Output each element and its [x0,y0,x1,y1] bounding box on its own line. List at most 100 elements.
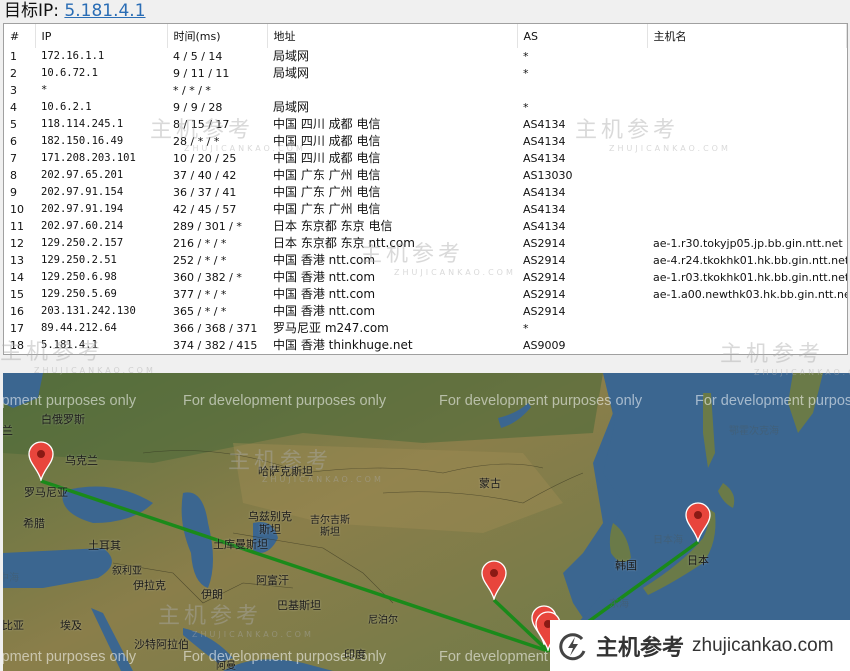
column-header-as[interactable]: AS [517,24,648,48]
brand-name-cn: 主机参考 [596,635,685,661]
ip-address: 118.114.245.1 [41,118,124,130]
table-row[interactable]: 12 129.250.2.157 216 / * / * 日本 东京都 东京 ntt.… [4,235,847,252]
latency: 360 / 382 / * [173,271,242,284]
map-label-libya: 利比亚 [3,619,24,632]
address: 罗马尼亚 m247.com [273,321,389,335]
hostname: ae-4.r24.tkokhk01.hk.bb.gin.ntt.net [653,254,847,267]
map-marker-chengdu[interactable] [481,560,507,600]
latency: 37 / 40 / 42 [173,169,237,182]
table-row[interactable]: 4 10.6.2.1 9 / 9 / 28 局域网 * [4,99,847,116]
as-number: AS4134 [523,220,566,233]
address: 中国 广东 广州 电信 [273,202,381,216]
brand-domain: zhujicankao.com [692,634,834,656]
table-row[interactable]: 17 89.44.212.64 366 / 368 / 371 罗马尼亚 m247.c… [4,320,847,337]
target-ip-label: 目标IP: [4,1,65,21]
target-ip-title: 目标IP: 5.181.4.1 [4,0,146,22]
as-number: AS4134 [523,152,566,165]
hop-number: 11 [10,220,24,233]
map-label-uzbekistan: 乌兹别克斯坦 [248,510,292,536]
address: 中国 广东 广州 电信 [273,185,381,199]
table-row[interactable]: 6 182.150.16.49 28 / * / * 中国 四川 成都 电信 AS413… [4,133,847,150]
as-number: AS4134 [523,203,566,216]
ip-address: 202.97.65.201 [41,169,124,181]
as-number: AS4134 [523,186,566,199]
latency: 289 / 301 / * [173,220,242,233]
dev-notice: For development purposes only [3,649,137,665]
table-row[interactable]: 1 172.16.1.1 4 / 5 / 14 局域网 * [4,48,847,65]
column-header-time[interactable]: 时间(ms) [167,24,268,48]
map-label-turkey: 土耳其 [88,539,121,552]
hostname [647,82,847,99]
map-label-oman: 阿曼 [216,661,236,671]
dev-notice: For development purposes only [439,393,643,409]
ip-address: 89.44.212.64 [41,322,117,334]
column-header-hop[interactable]: # [4,24,36,48]
table-row[interactable]: 18 5.181.4.1 374 / 382 / 415 中国 香港 thinkhug… [4,337,847,354]
ip-address: 203.131.242.130 [41,305,136,317]
table-row[interactable]: 8 202.97.65.201 37 / 40 / 42 中国 广东 广州 电信 AS1… [4,167,847,184]
hop-number: 7 [10,152,17,165]
address: 局域网 [273,66,310,80]
hop-number: 3 [10,84,17,97]
table-row[interactable]: 5 118.114.245.1 8 / 15 / 17 中国 四川 成都 电信 AS41… [4,116,847,133]
map-label-sea-of-okhotsk: 鄂霍次克海 [729,426,779,437]
dev-notice: For development purposes only [3,393,137,409]
as-number: AS4134 [523,135,566,148]
as-number: * [523,50,529,63]
ip-address: 129.250.5.69 [41,288,117,300]
target-ip-link[interactable]: 5.181.4.1 [64,1,145,21]
ip-address: 10.6.72.1 [41,67,98,79]
as-number: AS9009 [523,339,566,352]
table-row[interactable]: 9 202.97.91.154 36 / 37 / 41 中国 广东 广州 电信 AS4… [4,184,847,201]
map-marker-tokyo[interactable] [685,502,711,542]
map-label-iran: 伊朗 [201,588,223,601]
hostname: ae-1.a00.newthk03.hk.bb.gin.ntt.net [653,288,847,301]
address: 中国 香港 ntt.com [273,304,376,318]
map-label-ukraine: 乌克兰 [65,454,98,467]
address: 中国 香港 ntt.com [273,287,376,301]
hop-number: 2 [10,67,17,80]
table-row[interactable]: 16 203.131.242.130 365 / * / * 中国 香港 ntt.co… [4,303,847,320]
hop-number: 17 [10,322,24,335]
hop-number: 1 [10,50,17,63]
latency: 4 / 5 / 14 [173,50,223,63]
hop-number: 6 [10,135,17,148]
column-header-ip[interactable]: IP [35,24,168,48]
column-header-hostname[interactable]: 主机名 [647,24,847,48]
map-label-afghanistan: 阿富汗 [256,574,289,587]
column-header-address[interactable]: 地址 [267,24,518,48]
latency: 28 / * / * [173,135,220,148]
map-label-korea: 韩国 [615,559,637,572]
latency: * / * / * [173,84,211,97]
hostname [647,320,847,337]
map-label-pakistan: 巴基斯坦 [277,599,321,612]
table-row[interactable]: 2 10.6.72.1 9 / 11 / 11 局域网 * [4,65,847,82]
as-number: AS13030 [523,169,573,182]
as-number: AS2914 [523,237,566,250]
hop-number: 13 [10,254,24,267]
ip-address: 202.97.60.214 [41,220,124,232]
latency: 10 / 20 / 25 [173,152,237,165]
table-row[interactable]: 3 * * / * / * [4,82,847,99]
table-header-row: # IP 时间(ms) 地址 AS 主机名 [4,24,847,48]
map-marker-romania[interactable] [28,441,54,481]
table-row[interactable]: 7 171.208.203.101 10 / 20 / 25 中国 四川 成都 电信 A… [4,150,847,167]
table-row[interactable]: 13 129.250.2.51 252 / * / * 中国 香港 ntt.com AS… [4,252,847,269]
table-row[interactable]: 11 202.97.60.214 289 / 301 / * 日本 东京都 东京 电信… [4,218,847,235]
lightning-logo-icon [559,632,586,660]
hop-number: 5 [10,118,17,131]
map-label-belarus: 白俄罗斯 [41,413,85,426]
table-row[interactable]: 15 129.250.5.69 377 / * / * 中国 香港 ntt.com AS… [4,286,847,303]
address: 中国 四川 成都 电信 [273,117,381,131]
ip-address: 172.16.1.1 [41,50,105,62]
hostname [647,201,847,218]
table-row[interactable]: 14 129.250.6.98 360 / 382 / * 中国 香港 ntt.com… [4,269,847,286]
ip-address: 129.250.2.51 [41,254,117,266]
map-label-east-china-sea: 东海 [609,599,629,610]
hostname [647,337,847,354]
latency: 366 / 368 / 371 [173,322,258,335]
latency: 42 / 45 / 57 [173,203,237,216]
latency: 36 / 37 / 41 [173,186,237,199]
map-label-iraq: 伊拉克 [133,579,166,592]
table-row[interactable]: 10 202.97.91.194 42 / 45 / 57 中国 广东 广州 电信 AS… [4,201,847,218]
